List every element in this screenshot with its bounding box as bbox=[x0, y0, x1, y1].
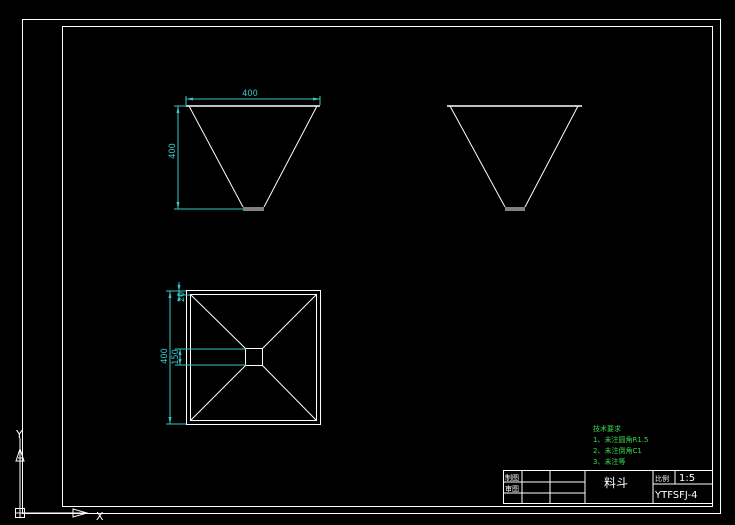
front-height-dim-text: 400 bbox=[168, 143, 178, 158]
cad-canvas[interactable]: 400 400 400 20 150 技术要求 1、未注圆角R1.5 2、未注倒… bbox=[0, 0, 735, 525]
technical-notes: 技术要求 1、未注圆角R1.5 2、未注倒角C1 3、未注等 bbox=[593, 424, 648, 466]
top-offset-dimension: 20 bbox=[177, 282, 190, 302]
front-view: 400 400 bbox=[168, 89, 321, 211]
top-offset-dim-text: 20 bbox=[177, 292, 187, 302]
sheet-inner-frame bbox=[62, 26, 713, 507]
front-width-dim-text: 400 bbox=[242, 89, 257, 99]
check-label: 审图 bbox=[505, 484, 519, 493]
notes-item-3: 3、未注等 bbox=[593, 457, 625, 466]
front-width-dimension: 400 bbox=[185, 89, 321, 105]
notes-item-2: 2、未注倒角C1 bbox=[593, 446, 642, 455]
ucs-icon: Y X bbox=[15, 428, 104, 523]
top-overall-dim-text: 400 bbox=[160, 348, 170, 363]
title-block: 制图 审图 料斗 比例 1:5 YTFSFJ-4 bbox=[503, 470, 713, 504]
ucs-x-label: X bbox=[96, 510, 104, 523]
ucs-y-label: Y bbox=[15, 428, 23, 441]
notes-title: 技术要求 bbox=[593, 424, 621, 433]
top-outlet-dimension: 150 bbox=[171, 348, 246, 366]
scale-value: 1:5 bbox=[679, 473, 695, 484]
scale-label: 比例 bbox=[655, 474, 669, 483]
part-name: 料斗 bbox=[604, 476, 628, 490]
draw-label: 制图 bbox=[505, 473, 519, 482]
side-view bbox=[447, 105, 582, 211]
notes-item-1: 1、未注圆角R1.5 bbox=[593, 435, 648, 444]
top-outlet-dim-text: 150 bbox=[171, 349, 181, 364]
top-view: 400 20 150 bbox=[160, 282, 321, 425]
front-height-dimension: 400 bbox=[168, 105, 243, 210]
drawing-number: YTFSFJ-4 bbox=[654, 490, 697, 501]
